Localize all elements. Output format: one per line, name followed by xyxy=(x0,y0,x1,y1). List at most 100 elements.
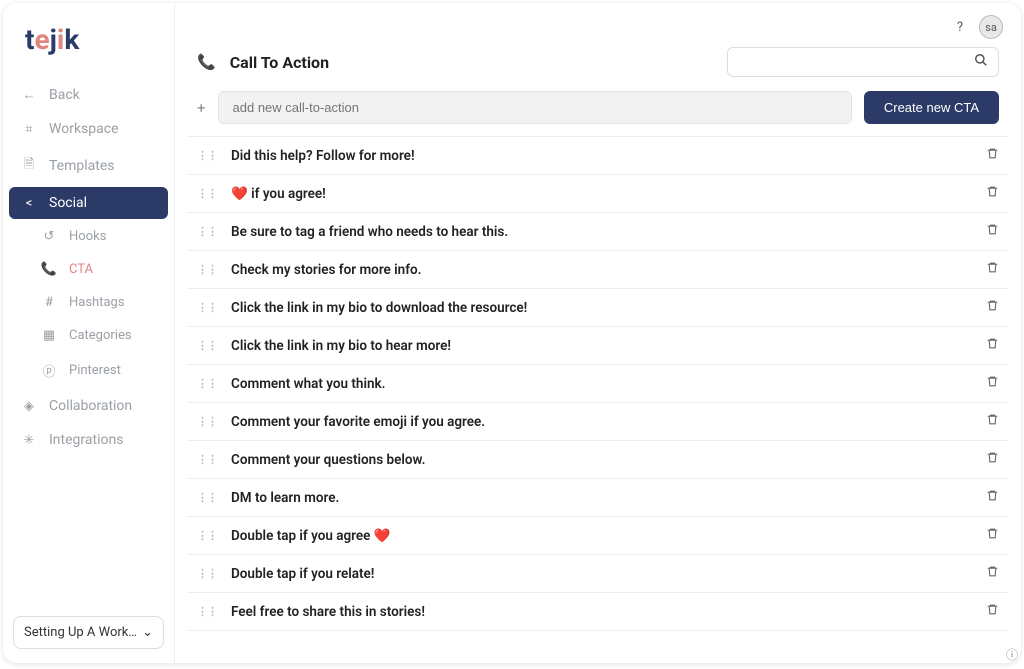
nav-label: Templates xyxy=(49,158,115,174)
list-item[interactable]: ⋮⋮ Double tap if you relate! xyxy=(187,555,1009,593)
cta-text: DM to learn more. xyxy=(231,490,986,506)
cta-text: Double tap if you agree ❤️ xyxy=(231,528,986,544)
nav-pinterest[interactable]: ⓟ Pinterest xyxy=(9,353,168,388)
list-item[interactable]: ⋮⋮❤️ if you agree! xyxy=(187,175,1009,213)
delete-icon[interactable] xyxy=(986,451,999,468)
drag-handle-icon[interactable]: ⋮⋮ xyxy=(197,453,217,466)
arrow-left-icon: ← xyxy=(21,87,37,103)
delete-icon[interactable] xyxy=(986,299,999,316)
drag-handle-icon[interactable]: ⋮⋮ xyxy=(197,301,217,314)
phone-icon: 📞 xyxy=(41,262,57,277)
nav-hooks[interactable]: ↺ Hooks xyxy=(9,221,168,252)
nav-label: Hooks xyxy=(69,229,106,244)
nav-categories[interactable]: ▦ Categories xyxy=(9,320,168,351)
nav-label: Pinterest xyxy=(69,363,121,378)
delete-icon[interactable] xyxy=(986,223,999,240)
drag-handle-icon[interactable]: ⋮⋮ xyxy=(197,339,217,352)
nav-label: Back xyxy=(49,87,80,103)
chevron-down-icon: ⌄ xyxy=(142,625,153,640)
list-item[interactable]: ⋮⋮ Be sure to tag a friend who needs to h… xyxy=(187,213,1009,251)
nav-integrations[interactable]: ✳ Integrations xyxy=(9,424,168,456)
list-item[interactable]: ⋮⋮ Feel free to share this in stories! xyxy=(187,593,1009,631)
nav-collaboration[interactable]: ◈ Collaboration xyxy=(9,390,168,422)
search-input[interactable] xyxy=(727,47,999,77)
avatar-initials: sa xyxy=(985,21,997,34)
list-item[interactable]: ⋮⋮ Comment your questions below. xyxy=(187,441,1009,479)
cta-text: Comment what you think. xyxy=(231,376,986,392)
drag-handle-icon[interactable]: ⋮⋮ xyxy=(197,263,217,276)
nav-label: Hashtags xyxy=(69,295,125,310)
help-dropdown-label: Setting Up A Works… xyxy=(24,625,142,640)
nav-workspace[interactable]: ⌗ Workspace xyxy=(9,113,168,145)
nav-label: Social xyxy=(49,195,87,211)
help-icon[interactable]: ? xyxy=(949,16,971,38)
list-item[interactable]: ⋮⋮ Click the link in my bio to download t… xyxy=(187,289,1009,327)
drag-handle-icon[interactable]: ⋮⋮ xyxy=(197,529,217,542)
cta-text: Click the link in my bio to download the… xyxy=(231,300,986,316)
avatar[interactable]: sa xyxy=(979,15,1003,39)
list-item[interactable]: ⋮⋮ DM to learn more. xyxy=(187,479,1009,517)
nav-label: CTA xyxy=(69,262,93,277)
nav-hashtags[interactable]: # Hashtags xyxy=(9,287,168,318)
drag-handle-icon[interactable]: ⋮⋮ xyxy=(197,225,217,238)
cta-text: Comment your questions below. xyxy=(231,452,986,468)
nav-label: Categories xyxy=(69,328,132,343)
delete-icon[interactable] xyxy=(986,527,999,544)
drag-handle-icon[interactable]: ⋮⋮ xyxy=(197,377,217,390)
hook-icon: ↺ xyxy=(41,229,57,244)
page-title: Call To Action xyxy=(230,53,713,72)
delete-icon[interactable] xyxy=(986,147,999,164)
nav-templates[interactable]: 🗎 Templates xyxy=(9,147,168,185)
topbar: ? sa xyxy=(175,3,1021,43)
cta-text: Double tap if you relate! xyxy=(231,566,986,582)
help-dropdown[interactable]: Setting Up A Works… ⌄ xyxy=(13,616,164,649)
drag-handle-icon[interactable]: ⋮⋮ xyxy=(197,491,217,504)
add-cta-input[interactable] xyxy=(218,91,852,124)
cta-text: Check my stories for more info. xyxy=(231,262,986,278)
list-item[interactable]: ⋮⋮ Comment what you think. xyxy=(187,365,1009,403)
add-cta-row: + Create new CTA xyxy=(175,91,1021,136)
nav-label: Workspace xyxy=(49,121,119,137)
nav-label: Integrations xyxy=(49,432,123,448)
delete-icon[interactable] xyxy=(986,489,999,506)
delete-icon[interactable] xyxy=(986,565,999,582)
list-item[interactable]: ⋮⋮ Did this help? Follow for more! xyxy=(187,136,1009,175)
phone-icon: 📞 xyxy=(197,53,216,71)
page-header: 📞 Call To Action xyxy=(175,43,1021,91)
nav-cta[interactable]: 📞 CTA xyxy=(9,254,168,285)
info-icon[interactable]: ⓘ xyxy=(1006,646,1018,663)
delete-icon[interactable] xyxy=(986,603,999,620)
delete-icon[interactable] xyxy=(986,337,999,354)
diamond-icon: ◈ xyxy=(21,399,37,414)
drag-handle-icon[interactable]: ⋮⋮ xyxy=(197,605,217,618)
hashtag-icon: # xyxy=(41,295,57,310)
drag-handle-icon[interactable]: ⋮⋮ xyxy=(197,415,217,428)
delete-icon[interactable] xyxy=(986,375,999,392)
list-item[interactable]: ⋮⋮Comment your favorite emoji if you agr… xyxy=(187,403,1009,441)
asterisk-icon: ✳ xyxy=(21,433,37,448)
workspace-icon: ⌗ xyxy=(21,122,37,137)
file-icon: 🗎 xyxy=(21,155,37,177)
drag-handle-icon[interactable]: ⋮⋮ xyxy=(197,187,217,200)
list-item[interactable]: ⋮⋮ Check my stories for more info. xyxy=(187,251,1009,289)
list-item[interactable]: ⋮⋮ Double tap if you agree ❤️ xyxy=(187,517,1009,555)
nav-social[interactable]: < Social xyxy=(9,187,168,219)
create-cta-button[interactable]: Create new CTA xyxy=(864,91,999,124)
cta-text: Did this help? Follow for more! xyxy=(231,148,986,164)
drag-handle-icon[interactable]: ⋮⋮ xyxy=(197,149,217,162)
delete-icon[interactable] xyxy=(986,261,999,278)
cta-text: Be sure to tag a friend who needs to hea… xyxy=(231,224,986,240)
delete-icon[interactable] xyxy=(986,413,999,430)
list-item[interactable]: ⋮⋮ Click the link in my bio to hear more! xyxy=(187,327,1009,365)
plus-icon[interactable]: + xyxy=(197,99,206,117)
delete-icon[interactable] xyxy=(986,185,999,202)
cta-text: Feel free to share this in stories! xyxy=(231,604,986,620)
nav-back[interactable]: ← Back xyxy=(9,79,168,111)
search-icon xyxy=(974,53,988,71)
pinterest-icon: ⓟ xyxy=(41,361,57,380)
nav-label: Collaboration xyxy=(49,398,132,414)
cta-list: ⋮⋮ Did this help? Follow for more! ⋮⋮❤️ if… xyxy=(175,136,1021,663)
cta-text: Click the link in my bio to hear more! xyxy=(231,338,986,354)
sidebar: tejik ← Back ⌗ Workspace 🗎 Templates < S… xyxy=(3,3,175,663)
drag-handle-icon[interactable]: ⋮⋮ xyxy=(197,567,217,580)
